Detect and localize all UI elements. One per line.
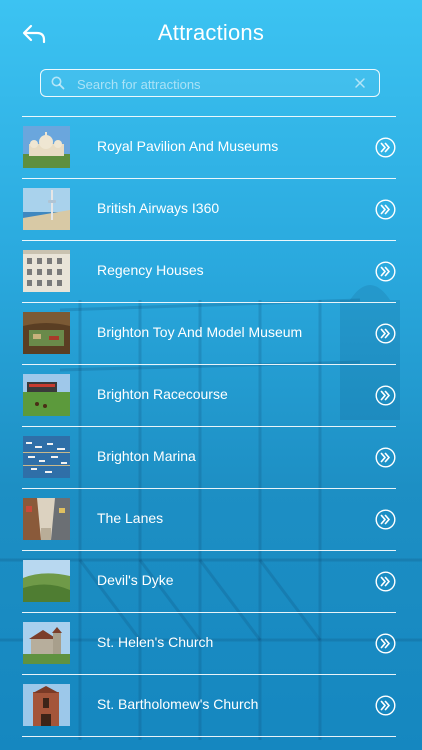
thumbnail-image — [23, 126, 70, 168]
attraction-name: Royal Pavilion And Museums — [97, 138, 279, 154]
attraction-name: Brighton Racecourse — [97, 386, 228, 402]
thumbnail-image — [23, 560, 70, 602]
page-title: Attractions — [157, 20, 265, 45]
thumbnail-image — [23, 188, 70, 230]
list-item[interactable]: The Lanes — [22, 488, 396, 550]
list-item[interactable]: St. Helen's Church — [22, 612, 396, 674]
chevron-right-icon[interactable] — [375, 323, 396, 344]
list-item[interactable]: St. Bartholomew's Church — [22, 674, 396, 737]
search-icon — [51, 76, 65, 90]
chevron-right-icon[interactable] — [375, 633, 396, 654]
thumbnail-image — [23, 312, 70, 354]
list-item[interactable]: Royal Pavilion And Museums — [22, 116, 396, 178]
thumbnail-image — [23, 250, 70, 292]
list-item[interactable]: Brighton Racecourse — [22, 364, 396, 426]
thumbnail-image — [23, 498, 70, 540]
thumbnail-image — [23, 622, 70, 664]
thumbnail-image — [23, 684, 70, 726]
list-item[interactable]: British Airways I360 — [22, 178, 396, 240]
chevron-right-icon[interactable] — [375, 199, 396, 220]
chevron-right-icon[interactable] — [375, 261, 396, 282]
attraction-name: The Lanes — [97, 510, 164, 526]
attraction-name: Brighton Toy And Model Museum — [97, 324, 303, 340]
attraction-name: Brighton Marina — [97, 448, 196, 464]
clear-icon[interactable] — [353, 76, 367, 90]
list-item[interactable]: Devil's Dyke — [22, 550, 396, 612]
chevron-right-icon[interactable] — [375, 385, 396, 406]
attraction-name: St. Bartholomew's Church — [97, 696, 259, 712]
header-bar: Attractions — [0, 0, 422, 66]
chevron-right-icon[interactable] — [375, 137, 396, 158]
thumbnail-image — [23, 374, 70, 416]
thumbnail-image — [23, 436, 70, 478]
attraction-name: Devil's Dyke — [97, 572, 174, 588]
chevron-right-icon[interactable] — [375, 509, 396, 530]
list-item[interactable]: Regency Houses — [22, 240, 396, 302]
list-item[interactable]: Brighton Toy And Model Museum — [22, 302, 396, 364]
search-bar[interactable] — [40, 69, 380, 97]
search-input[interactable] — [75, 73, 349, 95]
attraction-name: Regency Houses — [97, 262, 204, 278]
attractions-list: Royal Pavilion And Museums British Airwa… — [22, 116, 396, 737]
chevron-right-icon[interactable] — [375, 571, 396, 592]
attraction-name: St. Helen's Church — [97, 634, 214, 650]
list-item[interactable]: Brighton Marina — [22, 426, 396, 488]
chevron-right-icon[interactable] — [375, 447, 396, 468]
chevron-right-icon[interactable] — [375, 695, 396, 716]
attraction-name: British Airways I360 — [97, 200, 220, 216]
